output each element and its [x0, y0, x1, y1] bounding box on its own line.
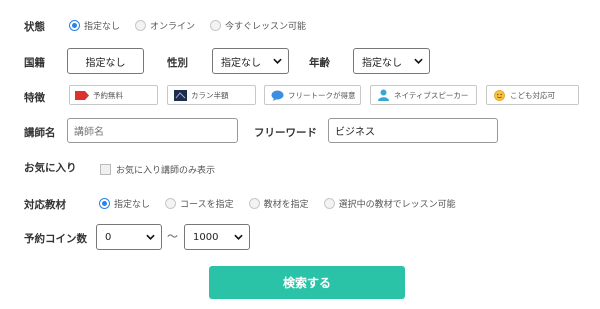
radio-icon [165, 198, 177, 209]
free-word-label: フリーワード [254, 127, 317, 139]
feature-chip-kids-ok[interactable]: こども対応可 [486, 85, 579, 105]
material-label: 対応教材 [24, 199, 66, 211]
search-submit-button[interactable]: 検索する [209, 266, 405, 299]
coins-min-select[interactable]: 0 [96, 224, 162, 250]
radio-selected-icon [99, 198, 110, 209]
book-icon [173, 89, 187, 101]
favorites-label: お気に入り [24, 162, 77, 174]
age-label: 年齢 [309, 57, 330, 69]
radio-selected-icon [69, 20, 80, 31]
favorites-only-checkbox[interactable]: お気に入り講師のみ表示 [100, 163, 215, 176]
tag-icon [75, 89, 89, 101]
feature-chip-callan-half[interactable]: カラン半額 [167, 85, 256, 105]
features-label: 特徴 [24, 92, 45, 104]
gender-select[interactable]: 指定なし [212, 48, 289, 74]
feature-chip-free-booking[interactable]: 予約無料 [69, 85, 158, 105]
checkbox-icon [100, 164, 111, 175]
status-option-any[interactable]: 指定なし [69, 19, 120, 32]
radio-icon [135, 20, 147, 31]
gender-label: 性別 [167, 57, 188, 69]
free-word-input[interactable]: ビジネス [328, 118, 498, 143]
coins-label: 予約コイン数 [24, 233, 87, 245]
range-separator: 〜 [167, 230, 178, 243]
status-label: 状態 [24, 21, 45, 33]
radio-icon [323, 198, 335, 209]
chevron-down-icon [146, 234, 155, 240]
status-option-available-now[interactable]: 今すぐレッスン可能 [210, 19, 306, 32]
material-radio-group: 指定なし コースを指定 教材を指定 選択中の教材でレッスン可能 [99, 197, 471, 210]
material-option-course[interactable]: コースを指定 [165, 197, 234, 210]
material-option-selected-material[interactable]: 選択中の教材でレッスン可能 [323, 197, 456, 210]
chevron-down-icon [234, 234, 243, 240]
feature-chip-free-talk[interactable]: フリートークが得意 [264, 85, 361, 105]
material-option-any[interactable]: 指定なし [99, 197, 150, 210]
material-option-material[interactable]: 教材を指定 [248, 197, 309, 210]
coins-max-select[interactable]: 1000 [184, 224, 250, 250]
person-icon [376, 89, 390, 101]
teacher-name-label: 講師名 [24, 127, 56, 139]
chat-bubble-icon [270, 89, 284, 101]
chevron-down-icon [414, 58, 423, 64]
country-label: 国籍 [24, 57, 45, 69]
chevron-down-icon [273, 58, 282, 64]
smiley-icon [492, 89, 506, 101]
status-radio-group: 指定なし オンライン 今すぐレッスン可能 [69, 19, 321, 32]
feature-chip-native-speaker[interactable]: ネイティブスピーカー [370, 85, 477, 105]
radio-icon [248, 198, 260, 209]
status-option-online[interactable]: オンライン [135, 19, 195, 32]
country-select-button[interactable]: 指定なし [67, 48, 144, 74]
radio-icon [210, 20, 222, 31]
teacher-name-input[interactable]: 講師名 [67, 118, 238, 143]
age-select[interactable]: 指定なし [353, 48, 430, 74]
